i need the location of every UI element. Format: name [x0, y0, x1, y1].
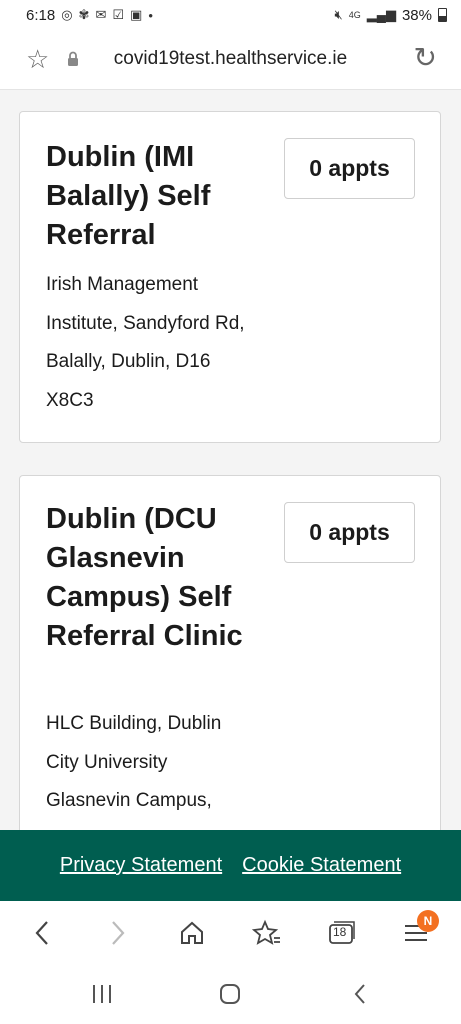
mail-icon: ✉	[95, 7, 107, 22]
browser-toolbar: 18 N	[0, 901, 461, 963]
privacy-statement-link[interactable]: Privacy Statement	[60, 854, 222, 877]
card-address: Irish Management Institute, Sandyford Rd…	[46, 274, 245, 411]
back-arrow-icon	[35, 921, 48, 945]
bookmarks-button[interactable]	[247, 915, 287, 951]
url-text[interactable]: covid19test.healthservice.ie	[0, 48, 461, 70]
page-content: Dublin (IMI Balally) Self Referral 0 app…	[0, 90, 461, 830]
app-notification-icon: ✾	[78, 7, 90, 22]
tabs-button[interactable]: 18	[321, 915, 361, 951]
tabs-count: 18	[333, 925, 347, 939]
more-notifications-icon: •	[148, 7, 153, 23]
gallery-icon: ▣	[130, 7, 143, 22]
mute-icon: 🔇︎	[334, 7, 343, 22]
signal-icon: ▂▄▆	[366, 7, 396, 22]
system-back-button[interactable]	[340, 979, 380, 1009]
system-back-icon	[354, 984, 365, 1004]
home-icon	[181, 921, 203, 944]
test-centre-card: Dublin (DCU Glasnevin Campus) Self Refer…	[19, 475, 441, 830]
network-type: 4G	[348, 10, 361, 20]
home-button[interactable]	[172, 915, 212, 951]
bookmarks-star-icon	[252, 919, 280, 945]
reload-icon[interactable]: ↻	[414, 43, 437, 73]
status-bar: 6:18 ◎ ✾ ✉ ☑ ▣ • 🔇︎ 4G ▂▄▆ 38%	[0, 0, 461, 30]
recent-apps-button[interactable]	[82, 979, 122, 1009]
whatsapp-icon: ◎	[61, 7, 73, 22]
checkbox-icon: ☑	[112, 7, 125, 22]
test-centre-card: Dublin (IMI Balally) Self Referral 0 app…	[19, 111, 441, 443]
system-navigation	[0, 963, 461, 1024]
back-button[interactable]	[22, 915, 62, 951]
battery-icon	[438, 8, 447, 22]
forward-arrow-icon	[112, 921, 125, 945]
menu-button[interactable]: N	[396, 910, 439, 951]
recent-apps-icon	[93, 985, 111, 1003]
appointments-button[interactable]: 0 appts	[284, 138, 415, 199]
system-home-button[interactable]	[210, 979, 250, 1009]
card-title: Dublin (IMI Balally) Self Referral	[46, 141, 211, 251]
appointments-button[interactable]: 0 appts	[284, 502, 415, 563]
card-address: HLC Building, Dublin City University Gla…	[46, 713, 222, 811]
notification-badge: N	[417, 910, 439, 932]
forward-button[interactable]	[98, 915, 138, 951]
battery-level: 38%	[401, 6, 432, 24]
address-bar: ☆ covid19test.healthservice.ie ↻	[0, 30, 461, 90]
cookie-statement-link[interactable]: Cookie Statement	[242, 854, 401, 877]
card-title: Dublin (DCU Glasnevin Campus) Self Refer…	[46, 503, 243, 652]
footer: Privacy Statement Cookie Statement	[0, 830, 461, 901]
system-home-icon	[220, 984, 240, 1004]
status-time: 6:18	[26, 6, 56, 24]
